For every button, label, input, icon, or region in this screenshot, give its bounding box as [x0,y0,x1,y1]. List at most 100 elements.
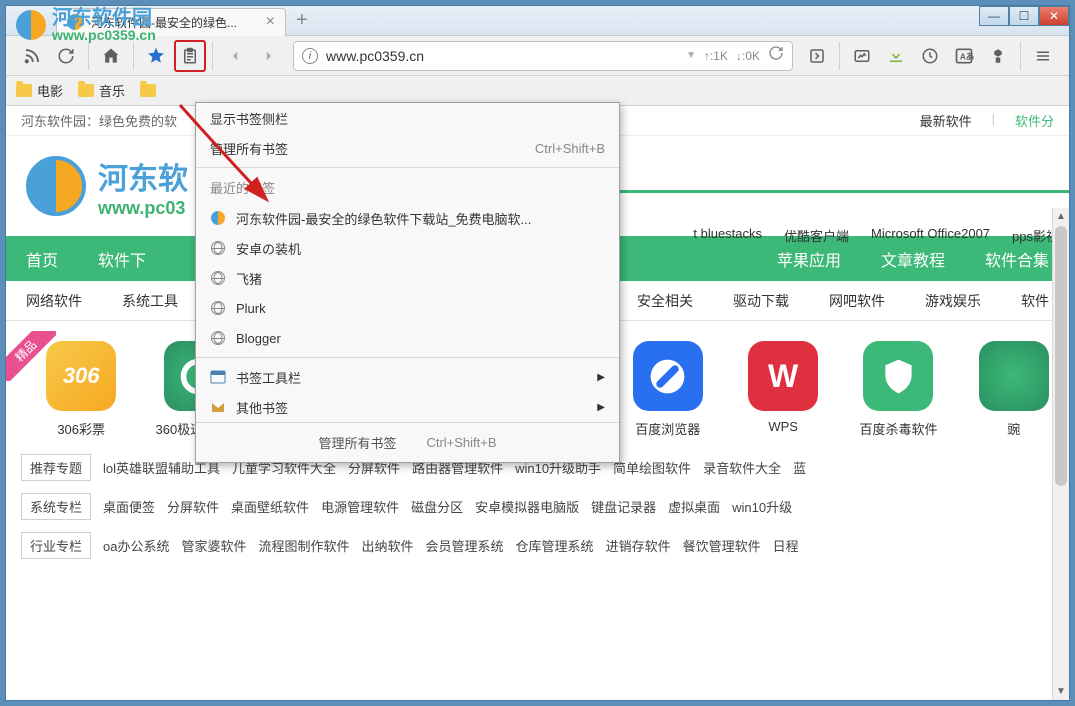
dd-shortcut: Ctrl+Shift+B [535,141,605,156]
tab-close-icon[interactable]: × [266,13,275,31]
keyword-link[interactable]: t bluestacks [693,226,762,245]
app-baidu[interactable]: 百度浏览器 [628,341,708,438]
tag-link[interactable]: 录音软件大全 [703,458,781,477]
tag-link[interactable]: 安卓模拟器电脑版 [475,497,579,516]
tag-link[interactable]: 分屏软件 [167,497,219,516]
dd-footer[interactable]: 管理所有书签 Ctrl+Shift+B [196,422,619,462]
tag-link[interactable]: 管家婆软件 [181,536,246,555]
site-logo-cn: 河东软 [98,154,188,198]
dd-separator [196,357,619,358]
tag-link[interactable]: 日程 [773,536,799,555]
subnav-item[interactable]: 游戏娱乐 [905,291,1001,311]
dd-recent-2[interactable]: 安卓の装机 [196,233,619,263]
dd-label: Blogger [236,331,281,346]
bookmark-folder-3[interactable] [140,84,156,97]
tag-link[interactable]: 仓库管理系统 [516,536,594,555]
minimize-button[interactable]: — [979,6,1009,26]
dd-recent-3[interactable]: 飞猪 [196,263,619,293]
app-icon: 306 [46,341,116,411]
tag-link[interactable]: 简单绘图软件 [613,458,691,477]
subnav-item[interactable]: 网络软件 [6,291,102,311]
tag-link[interactable]: 餐饮管理软件 [683,536,761,555]
goto-icon[interactable] [801,40,833,72]
screenshot-icon[interactable] [846,40,878,72]
sync-icon[interactable] [50,40,82,72]
app-label: 百度浏览器 [635,419,700,438]
watermark-cn: 河东软件园 [52,8,156,28]
bookmark-folder-movies[interactable]: 电影 [16,81,63,100]
app-wps[interactable]: WWPS [743,341,823,438]
globe-icon [210,330,226,346]
tag-link[interactable]: 出纳软件 [362,536,414,555]
scroll-up-icon[interactable]: ▲ [1053,208,1069,225]
rss-icon[interactable] [16,40,48,72]
site-logo-url: www.pc03 [98,198,188,219]
url-bar[interactable]: i www.pc0359.cn ▼ ↑:1K ↓:0K [293,41,793,71]
tag-link[interactable]: 桌面壁纸软件 [231,497,309,516]
app-shadu[interactable]: 百度杀毒软件 [858,341,938,438]
watermark-url: www.pc0359.cn [52,28,156,42]
nav-home[interactable]: 首页 [6,236,78,281]
dropdown-arrow-icon[interactable]: ▼ [686,50,696,61]
keyword-link[interactable]: 优酷客户端 [784,226,849,245]
forward-icon[interactable] [253,40,285,72]
home-icon[interactable] [95,40,127,72]
tag-link[interactable]: 电源管理软件 [321,497,399,516]
download-speed: ↓:0K [736,49,760,63]
tag-link[interactable]: 会员管理系统 [426,536,504,555]
tag-link[interactable]: 虚拟桌面 [668,497,720,516]
history-icon[interactable] [914,40,946,72]
dd-recent-4[interactable]: Plurk [196,293,619,323]
scrollbar[interactable]: ▲ ▼ [1052,208,1069,700]
nav-download[interactable]: 软件下 [78,236,166,281]
subnav-item[interactable]: 驱动下载 [713,291,809,311]
scroll-thumb[interactable] [1055,226,1067,486]
watermark-icon [16,10,46,40]
bookmark-folder-music[interactable]: 音乐 [78,81,125,100]
menu-icon[interactable] [1027,40,1059,72]
tag-link[interactable]: 流程图制作软件 [259,536,350,555]
subnav-item[interactable]: 安全相关 [617,291,713,311]
maximize-button[interactable]: ☐ [1009,6,1039,26]
tag-link[interactable]: 桌面便签 [103,497,155,516]
reload-icon[interactable] [768,45,784,66]
link-rank[interactable]: 软件分 [1015,111,1054,130]
link-newest[interactable]: 最新软件 [920,111,972,130]
keyword-link[interactable]: Microsoft Office2007 [871,226,990,245]
new-tab-button[interactable]: + [296,9,308,32]
skin-icon[interactable] [982,40,1014,72]
back-icon[interactable] [219,40,251,72]
svg-text:Aあ: Aあ [960,51,974,61]
bookmark-label: 音乐 [99,81,125,100]
globe-icon [210,270,226,286]
downloads-icon[interactable] [880,40,912,72]
tag-link[interactable]: win10升级 [732,497,792,516]
tag-link[interactable]: 键盘记录器 [591,497,656,516]
favicon-icon [210,210,226,226]
folder-icon [16,84,32,97]
dd-other[interactable]: 其他书签 ▶ [196,392,619,422]
tags-row: 系统专栏桌面便签分屏软件桌面壁纸软件电源管理软件磁盘分区安卓模拟器电脑版键盘记录… [6,487,1069,526]
dd-recent-5[interactable]: Blogger [196,323,619,353]
dd-show-sidebar[interactable]: 显示书签侧栏 [196,103,619,133]
tag-link[interactable]: 磁盘分区 [411,497,463,516]
site-info-icon[interactable]: i [302,48,318,64]
dd-label: Plurk [236,301,266,316]
subnav-item[interactable]: 网吧软件 [809,291,905,311]
dd-manage-all[interactable]: 管理所有书签 Ctrl+Shift+B [196,133,619,163]
tag-link[interactable]: 蓝 [793,458,806,477]
tag-link[interactable]: oa办公系统 [103,536,169,555]
tag-link[interactable]: 进销存软件 [606,536,671,555]
app-icon [633,341,703,411]
site-logo[interactable]: 河东软 www.pc03 [26,154,188,219]
scroll-down-icon[interactable]: ▼ [1053,683,1069,700]
bookmarks-menu-button[interactable] [174,40,206,72]
dd-toolbar[interactable]: 书签工具栏 ▶ [196,362,619,392]
app-wandou[interactable]: 豌 [974,341,1054,438]
translate-icon[interactable]: Aあ [948,40,980,72]
bookmark-star-icon[interactable] [140,40,172,72]
dd-label: 其他书签 [236,398,288,417]
dd-recent-1[interactable]: 河东软件园-最安全的绿色软件下载站_免费电脑软... [196,203,619,233]
subnav-item[interactable]: 系统工具 [102,291,198,311]
close-button[interactable]: ✕ [1039,6,1069,26]
